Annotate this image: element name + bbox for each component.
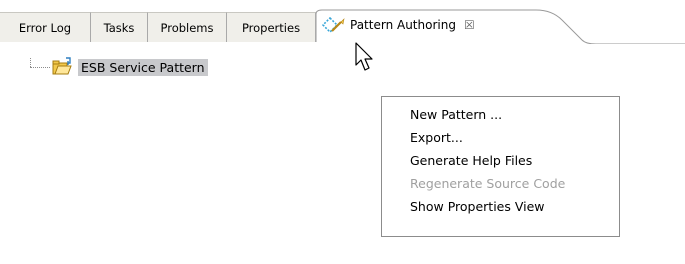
- tab-label: Problems: [160, 20, 214, 35]
- tab-tasks[interactable]: Tasks: [91, 12, 148, 42]
- tree-item-esb-service-pattern[interactable]: ESB Service Pattern: [52, 56, 208, 78]
- mouse-cursor-icon: [355, 42, 373, 71]
- tree-item-label: ESB Service Pattern: [78, 58, 208, 76]
- menu-item-generate-help-files[interactable]: Generate Help Files: [382, 149, 619, 172]
- active-tab-label: Pattern Authoring: [350, 18, 456, 32]
- menu-item-show-properties-view[interactable]: Show Properties View: [382, 195, 619, 218]
- folder-icon: [52, 57, 72, 75]
- menu-item-new-pattern[interactable]: New Pattern ...: [382, 103, 619, 126]
- tab-pattern-authoring[interactable]: Pattern Authoring ☒: [322, 10, 475, 40]
- tree-connector: [30, 58, 31, 67]
- context-menu: New Pattern ... Export... Generate Help …: [381, 96, 620, 237]
- tab-error-log[interactable]: Error Log: [0, 12, 91, 42]
- tab-label: Error Log: [18, 20, 72, 35]
- tab-label: Properties: [241, 20, 301, 35]
- tree-connector: [30, 67, 50, 68]
- tab-properties[interactable]: Properties: [227, 12, 316, 42]
- tab-label: Tasks: [103, 20, 135, 35]
- tab-problems[interactable]: Problems: [148, 12, 227, 42]
- close-icon[interactable]: ☒: [464, 19, 475, 31]
- pattern-diamond-icon: [322, 17, 345, 33]
- view-tab-bar: Error Log Tasks Problems Properties Patt…: [0, 0, 685, 46]
- menu-item-regenerate-source-code: Regenerate Source Code: [410, 176, 566, 191]
- menu-item-export[interactable]: Export...: [382, 126, 619, 149]
